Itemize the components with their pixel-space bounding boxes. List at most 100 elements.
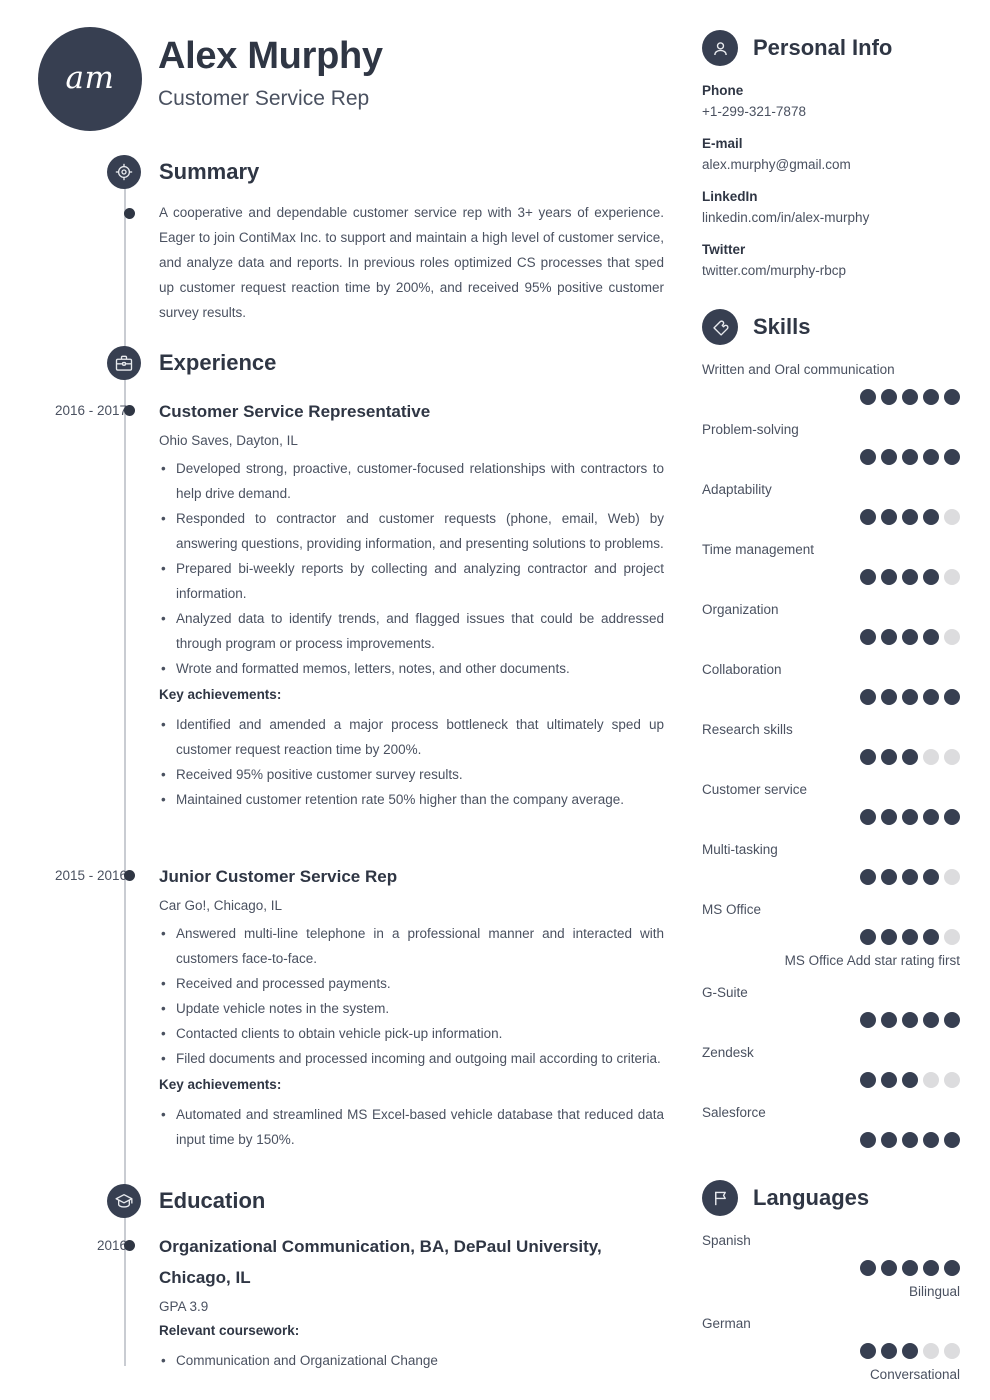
skill-item: Adaptability [702,481,960,525]
rating-dot [881,389,897,405]
resume-header: am Alex Murphy Customer Service Rep [38,27,678,133]
rating-dot [881,1132,897,1148]
rating-dot [881,749,897,765]
coursework-list: Communication and Organizational Change [159,1348,664,1373]
skill-item-label: Time management [702,542,815,557]
rating-dot [923,809,939,825]
puzzle-icon [702,309,738,345]
rating-dot [860,1072,876,1088]
timeline-dot [124,870,135,881]
target-icon [107,155,141,189]
rating-dot [881,689,897,705]
skill-item-note: MS Office Add star rating first [784,953,960,968]
resume-right-column: Personal Info Phone +1-299-321-7878 E-ma… [702,0,960,1382]
rating-dot [944,809,960,825]
language-item-note: Conversational [869,1367,960,1382]
rating-dot [860,1012,876,1028]
skill-item: Zendesk [702,1044,960,1088]
rating-dot [944,509,960,525]
languages-list: Spanish Bilingual German Conversational [702,1232,960,1382]
job-bullets: Answered multi-line telephone in a profe… [159,921,664,1071]
skill-item-rating [702,389,960,405]
rating-dot [881,509,897,525]
candidate-job-title: Customer Service Rep [158,87,370,110]
rating-dot [881,449,897,465]
resume-left-column: am Alex Murphy Customer Service Rep Summ… [0,0,690,1400]
list-item: Prepared bi-weekly reports by collecting… [159,556,664,606]
personal-info-list: Phone +1-299-321-7878 E-mail alex.murphy… [702,83,960,278]
rating-dot [944,929,960,945]
section-title-skills: Skills [753,314,811,339]
skill-item-label: Written and Oral communication [702,362,895,377]
rating-dot [923,689,939,705]
key-achievements-label: Key achievements: [159,687,282,702]
rating-dot [860,809,876,825]
summary-text: A cooperative and dependable customer se… [159,205,664,320]
skill-item-rating [702,449,960,465]
skill-item-rating [702,509,960,525]
rating-dot [881,1072,897,1088]
field-label: LinkedIn [702,189,758,204]
rating-dot [902,869,918,885]
rating-dot [923,509,939,525]
section-heading-languages: Languages [702,1180,960,1216]
gpa: GPA 3.9 [159,1299,209,1314]
rating-dot [923,449,939,465]
rating-dot [860,569,876,585]
key-achievements-label: Key achievements: [159,1077,282,1092]
skill-item-rating [702,809,960,825]
skill-item: Organization [702,601,960,645]
list-item: Update vehicle notes in the system. [159,996,664,1021]
rating-dot [944,689,960,705]
list-item: Automated and streamlined MS Excel-based… [159,1102,664,1152]
list-item: Developed strong, proactive, customer-fo… [159,456,664,506]
skills-list: Written and Oral communication Problem-so… [702,361,960,1148]
field-value[interactable]: alex.murphy@gmail.com [702,157,960,172]
rating-dot [923,1072,939,1088]
rating-dot [923,929,939,945]
job-bullets: Developed strong, proactive, customer-fo… [159,456,664,681]
rating-dot [860,749,876,765]
field-value: +1-299-321-7878 [702,104,806,119]
list-item: Analyzed data to identify trends, and fl… [159,606,664,656]
rating-dot [923,569,939,585]
rating-dot [902,1343,918,1359]
rating-dot [860,1343,876,1359]
job-company: Ohio Saves, Dayton, IL [159,433,298,448]
skill-item: G-Suite [702,984,960,1028]
rating-dot [860,509,876,525]
field-value[interactable]: twitter.com/murphy-rbcp [702,263,960,278]
field-value[interactable]: linkedin.com/in/alex-murphy [702,210,960,225]
job-achievements: Automated and streamlined MS Excel-based… [159,1102,664,1152]
rating-dot [944,1072,960,1088]
rating-dot [860,389,876,405]
skill-item: Multi-tasking [702,841,960,885]
list-item: Identified and amended a major process b… [159,712,664,762]
skill-item: Time management [702,541,960,585]
rating-dot [902,1072,918,1088]
skill-item-rating [702,689,960,705]
rating-dot [944,1343,960,1359]
rating-dot [902,689,918,705]
rating-dot [923,869,939,885]
list-item: Wrote and formatted memos, letters, note… [159,656,664,681]
language-item-label: Spanish [702,1233,751,1248]
timeline-dot [124,1240,135,1251]
skill-item-label: Zendesk [702,1045,754,1060]
skill-item-label: Research skills [702,722,793,737]
skill-item: Problem-solving [702,421,960,465]
rating-dot [860,1260,876,1276]
skill-item-label: Adaptability [702,482,772,497]
rating-dot [881,629,897,645]
job-achievements: Identified and amended a major process b… [159,712,664,812]
rating-dot [902,569,918,585]
skill-item: Collaboration [702,661,960,705]
education-entry: 2016 Organizational Communication, BA, D… [97,1231,664,1373]
skill-item: Salesforce [702,1104,960,1148]
rating-dot [881,1260,897,1276]
rating-dot [944,749,960,765]
entry-date: 2016 - 2017 [54,403,127,418]
skill-item: MS Office MS Office Add star rating first [702,901,960,968]
rating-dot [860,689,876,705]
skill-item-rating [702,1132,960,1148]
